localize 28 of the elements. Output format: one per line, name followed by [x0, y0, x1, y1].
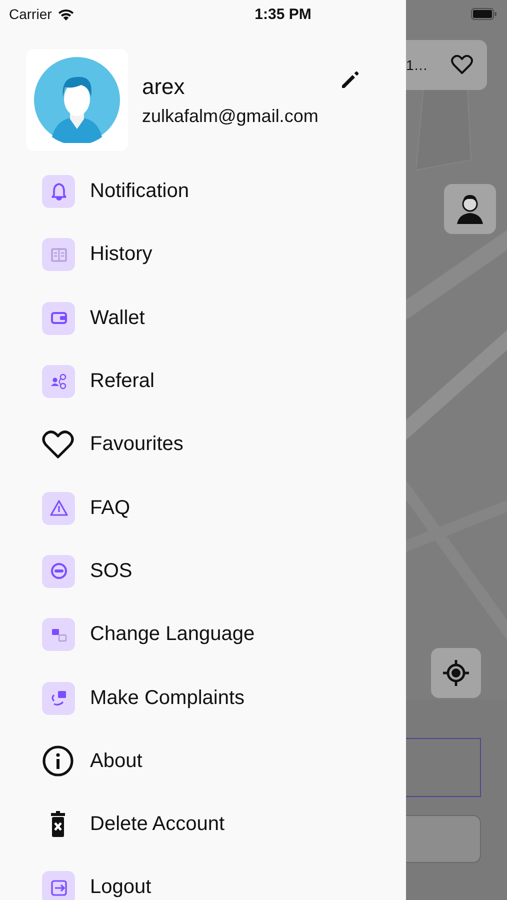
menu-item[interactable]: History: [0, 223, 406, 287]
menu-item[interactable]: Logout: [0, 856, 406, 900]
menu-item[interactable]: Change Language: [0, 603, 406, 666]
avatar-icon: [34, 57, 120, 143]
menu-item[interactable]: Referal: [0, 350, 406, 414]
menu-item[interactable]: Wallet: [0, 286, 406, 350]
menu-item[interactable]: SOS: [0, 540, 406, 604]
person-icon: [455, 193, 485, 225]
menu-item[interactable]: Delete Account: [0, 792, 406, 856]
menu-item[interactable]: FAQ: [0, 476, 406, 540]
user-name: arex: [142, 74, 186, 100]
target-icon: [442, 659, 470, 687]
menu-item[interactable]: About: [0, 730, 406, 793]
wifi-icon: [56, 8, 75, 20]
edit-icon[interactable]: [340, 70, 360, 90]
menu-item[interactable]: Make Complaints: [0, 666, 406, 730]
clock-time: 1:35 PM: [254, 6, 312, 22]
location-card[interactable]: 1…: [406, 40, 487, 90]
location-text: 1…: [406, 57, 428, 73]
menu-item[interactable]: Notification: [0, 160, 406, 224]
battery-icon: [471, 8, 497, 20]
input-field[interactable]: [406, 738, 481, 797]
heart-icon: [451, 55, 473, 75]
menu-item[interactable]: Favourites: [0, 413, 406, 476]
support-agent-button[interactable]: [444, 184, 496, 234]
locate-button[interactable]: [431, 648, 481, 698]
user-email: zulkafalm@gmail.com: [142, 106, 318, 126]
carrier-label: Carrier: [9, 6, 52, 22]
